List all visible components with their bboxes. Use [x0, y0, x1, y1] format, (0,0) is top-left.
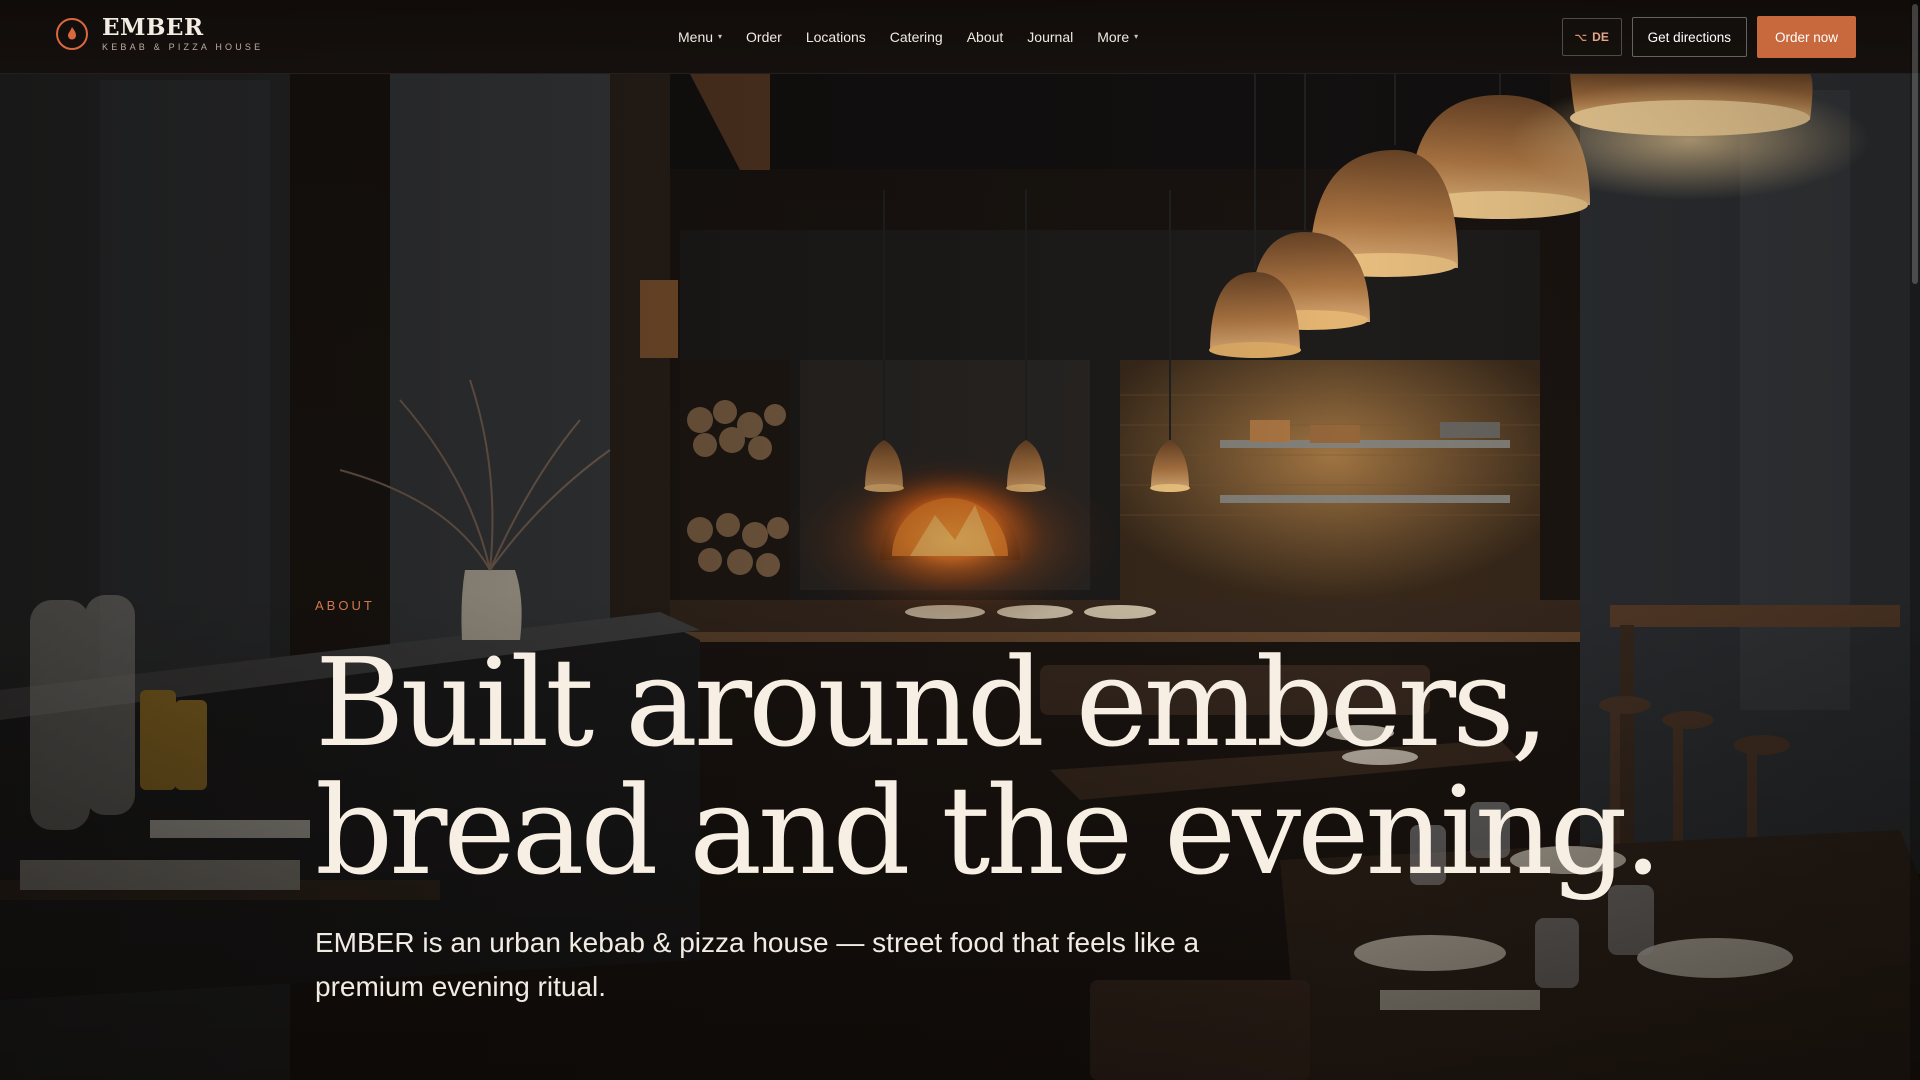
- brand-name: EMBER: [102, 14, 204, 41]
- section-eyebrow: ABOUT: [315, 598, 375, 613]
- page-scrollbar[interactable]: [1910, 0, 1920, 1080]
- hero-description: EMBER is an urban kebab & pizza house — …: [315, 927, 1200, 1002]
- nav-item-label: Journal: [1027, 29, 1074, 45]
- nav-item-more[interactable]: More ▾: [1085, 26, 1150, 48]
- nav-item-journal[interactable]: Journal: [1015, 26, 1085, 48]
- nav-item-catering[interactable]: Catering: [878, 26, 955, 48]
- nav-item-label: More: [1097, 29, 1130, 45]
- chevron-down-icon: ▾: [1134, 32, 1139, 41]
- brand-tagline: KEBAB & PIZZA HOUSE: [102, 42, 264, 52]
- order-now-button[interactable]: Order now: [1756, 16, 1856, 58]
- nav-item-about[interactable]: About: [955, 26, 1016, 48]
- main-nav: Menu ▾ Order Locations Catering About Jo…: [666, 26, 1150, 48]
- hero-content: ABOUT Built around embers, bread and the…: [315, 598, 1662, 1009]
- nav-item-label: Catering: [889, 29, 943, 45]
- hero-headline: Built around embers, bread and the eveni…: [315, 632, 1662, 902]
- headline-line-2: bread and the evening.: [315, 760, 1662, 902]
- language-toggle-button[interactable]: ⌥ DE: [1561, 18, 1622, 56]
- header-actions: ⌥ DE Get directions Order now: [1561, 16, 1856, 58]
- nav-item-label: Order: [746, 29, 782, 45]
- language-label: DE: [1592, 30, 1609, 44]
- nav-item-menu[interactable]: Menu ▾: [666, 26, 734, 48]
- nav-item-label: Locations: [805, 29, 866, 45]
- brand-logo[interactable]: EMBER KEBAB & PIZZA HOUSE: [56, 16, 263, 52]
- translate-icon: ⌥: [1574, 31, 1588, 44]
- nav-item-order[interactable]: Order: [734, 26, 794, 48]
- headline-line-1: Built around embers,: [315, 632, 1550, 774]
- scrollbar-thumb[interactable]: [1912, 4, 1918, 284]
- nav-item-locations[interactable]: Locations: [794, 26, 878, 48]
- chevron-down-icon: ▾: [718, 32, 723, 41]
- nav-item-label: Menu: [678, 29, 714, 45]
- brand-text: EMBER KEBAB & PIZZA HOUSE: [102, 14, 264, 53]
- nav-item-label: About: [966, 29, 1004, 45]
- get-directions-button[interactable]: Get directions: [1631, 17, 1747, 57]
- site-header: EMBER KEBAB & PIZZA HOUSE Menu ▾ Order L…: [0, 0, 1920, 74]
- flame-icon: [56, 18, 88, 50]
